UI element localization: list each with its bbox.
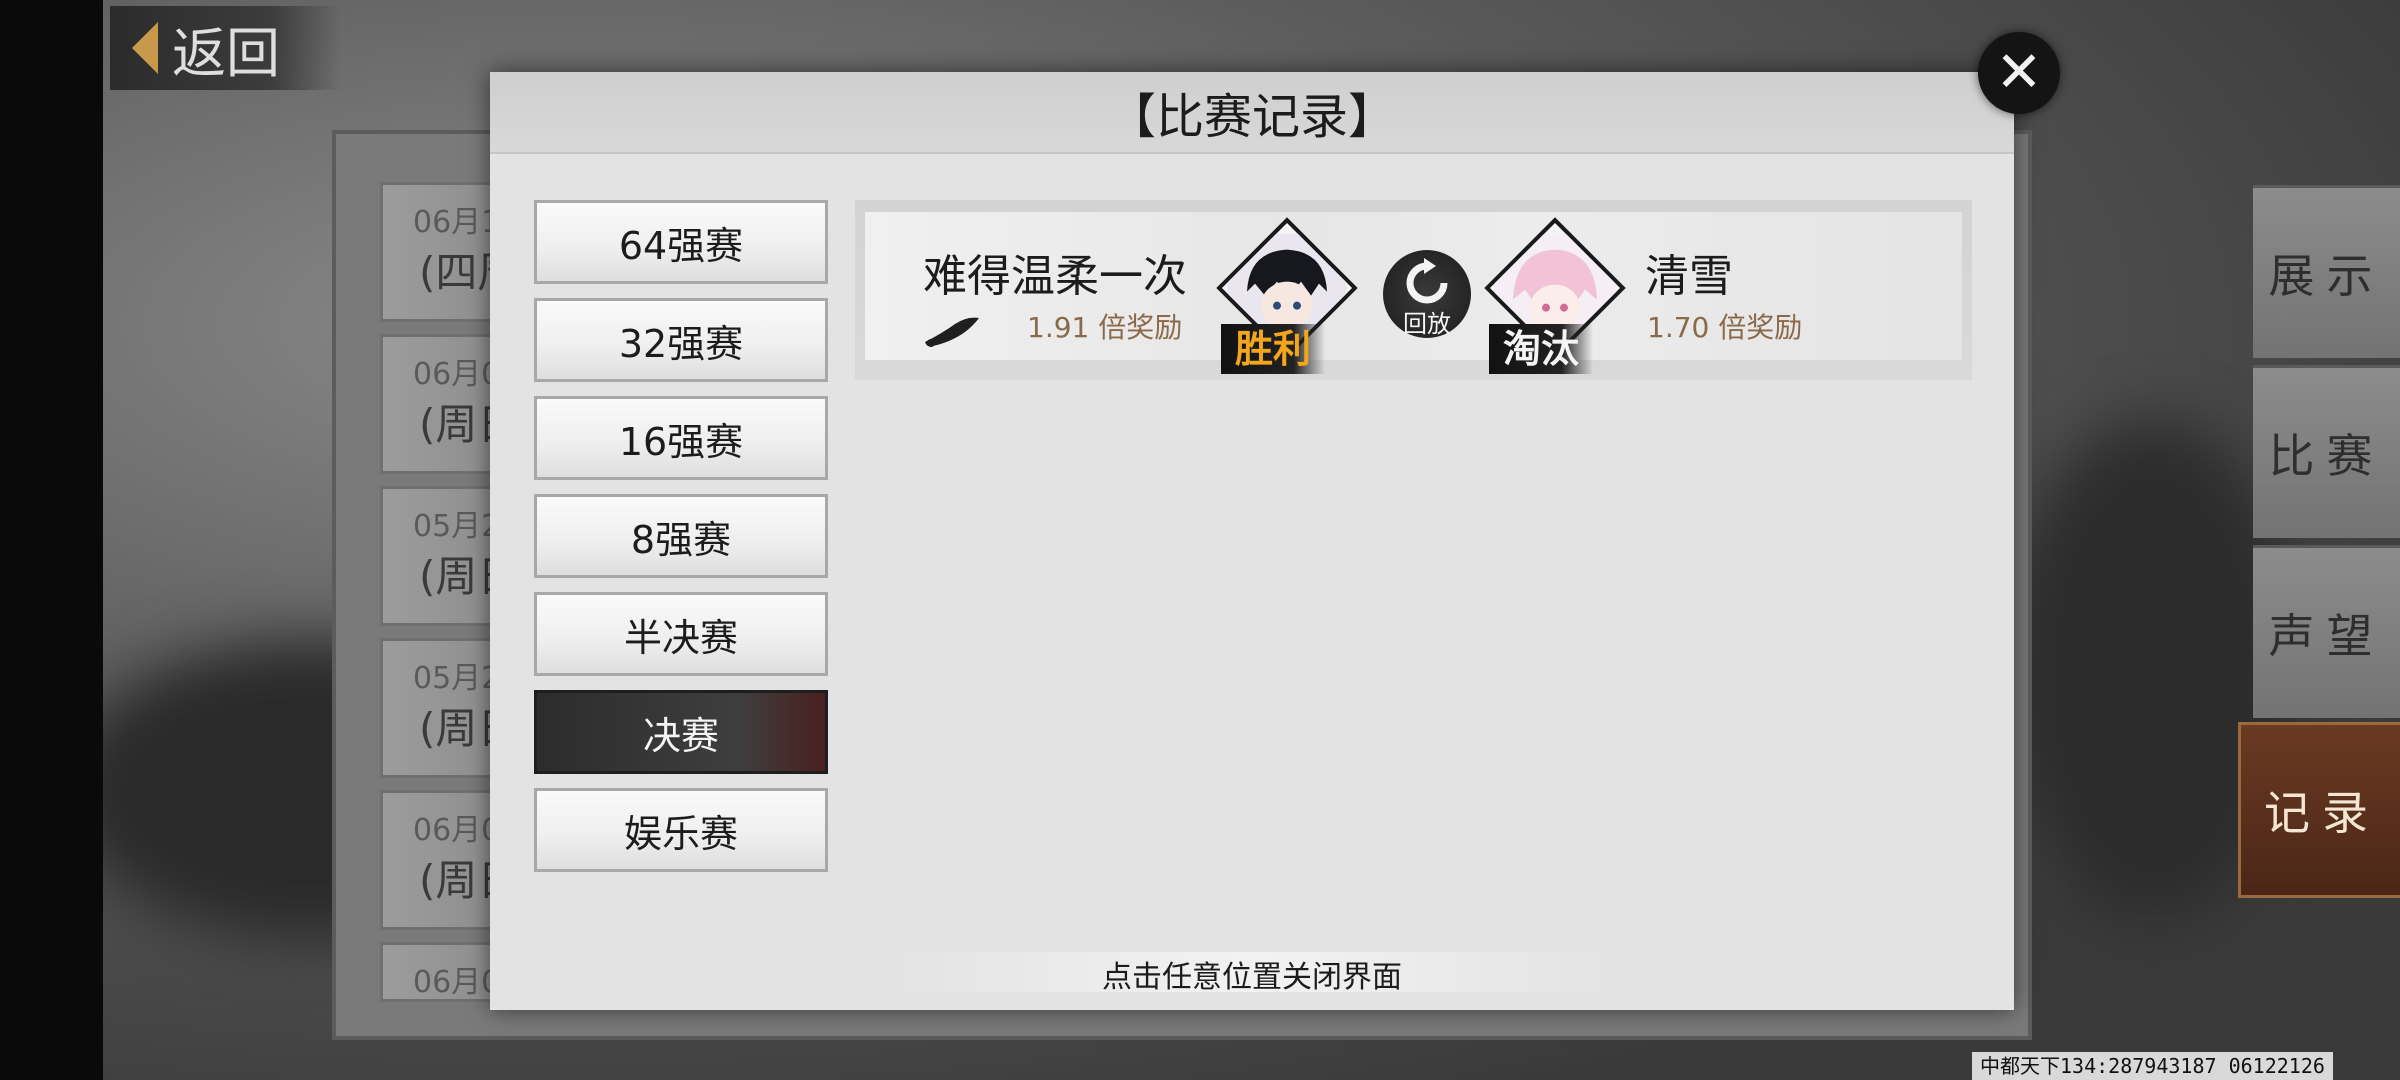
right-tab-bar: 展示 比赛 声望 记录 bbox=[2238, 0, 2400, 1080]
dialog-header: 【比赛记录】 bbox=[490, 72, 2014, 154]
history-date: 06月1 bbox=[413, 205, 501, 240]
category-round-16[interactable]: 16强赛 bbox=[534, 396, 828, 480]
horn-icon bbox=[925, 317, 979, 347]
win-badge: 胜利 bbox=[1221, 324, 1326, 374]
history-date: 06月0 bbox=[413, 813, 501, 848]
tab-match[interactable]: 比赛 bbox=[2253, 365, 2400, 538]
match-record-row: 难得温柔一次 1.91 倍奖励 胜利 回放 淘汰 清雪 1.70 倍奖励 bbox=[855, 200, 1972, 380]
category-round-64[interactable]: 64强赛 bbox=[534, 200, 828, 284]
right-player-name: 清雪 bbox=[1645, 251, 1733, 302]
back-button[interactable]: 返回 bbox=[110, 6, 340, 90]
replay-icon bbox=[1406, 258, 1448, 304]
history-date: 06月0 bbox=[413, 965, 501, 1000]
back-label: 返回 bbox=[172, 21, 280, 85]
category-semifinal[interactable]: 半决赛 bbox=[534, 592, 828, 676]
eliminated-badge: 淘汰 bbox=[1489, 324, 1594, 374]
match-record-dialog: 【比赛记录】 64强赛 32强赛 16强赛 8强赛 半决赛 决赛 娱乐赛 难得温… bbox=[490, 72, 2014, 1010]
tab-showcase[interactable]: 展示 bbox=[2253, 185, 2400, 358]
watermark-text: 中都天下134:287943187 06122126 bbox=[1972, 1052, 2333, 1080]
tab-reputation[interactable]: 声望 bbox=[2253, 545, 2400, 718]
category-final[interactable]: 决赛 bbox=[534, 690, 828, 774]
replay-button[interactable]: 回放 bbox=[1383, 250, 1471, 338]
category-round-32[interactable]: 32强赛 bbox=[534, 298, 828, 382]
left-reward: 1.91 倍奖励 bbox=[1027, 311, 1183, 344]
close-hint[interactable]: 点击任意位置关闭界面 bbox=[490, 952, 2014, 996]
category-round-8[interactable]: 8强赛 bbox=[534, 494, 828, 578]
dialog-title: 【比赛记录】 bbox=[1107, 89, 1396, 145]
right-reward: 1.70 倍奖励 bbox=[1647, 311, 1803, 344]
tab-record[interactable]: 记录 bbox=[2238, 722, 2400, 898]
category-entertainment[interactable]: 娱乐赛 bbox=[534, 788, 828, 872]
close-x-icon: ✕ bbox=[1995, 40, 2043, 105]
match-record-card: 难得温柔一次 1.91 倍奖励 胜利 回放 淘汰 清雪 1.70 倍奖励 bbox=[865, 212, 1962, 374]
history-date: 05月2 bbox=[413, 509, 501, 544]
history-date: 05月2 bbox=[413, 661, 501, 696]
left-player-name: 难得温柔一次 bbox=[923, 251, 1187, 302]
close-button[interactable]: ✕ bbox=[1978, 32, 2060, 114]
history-date: 06月0 bbox=[413, 357, 501, 392]
chevron-left-icon bbox=[132, 22, 158, 74]
replay-label: 回放 bbox=[1403, 310, 1451, 338]
